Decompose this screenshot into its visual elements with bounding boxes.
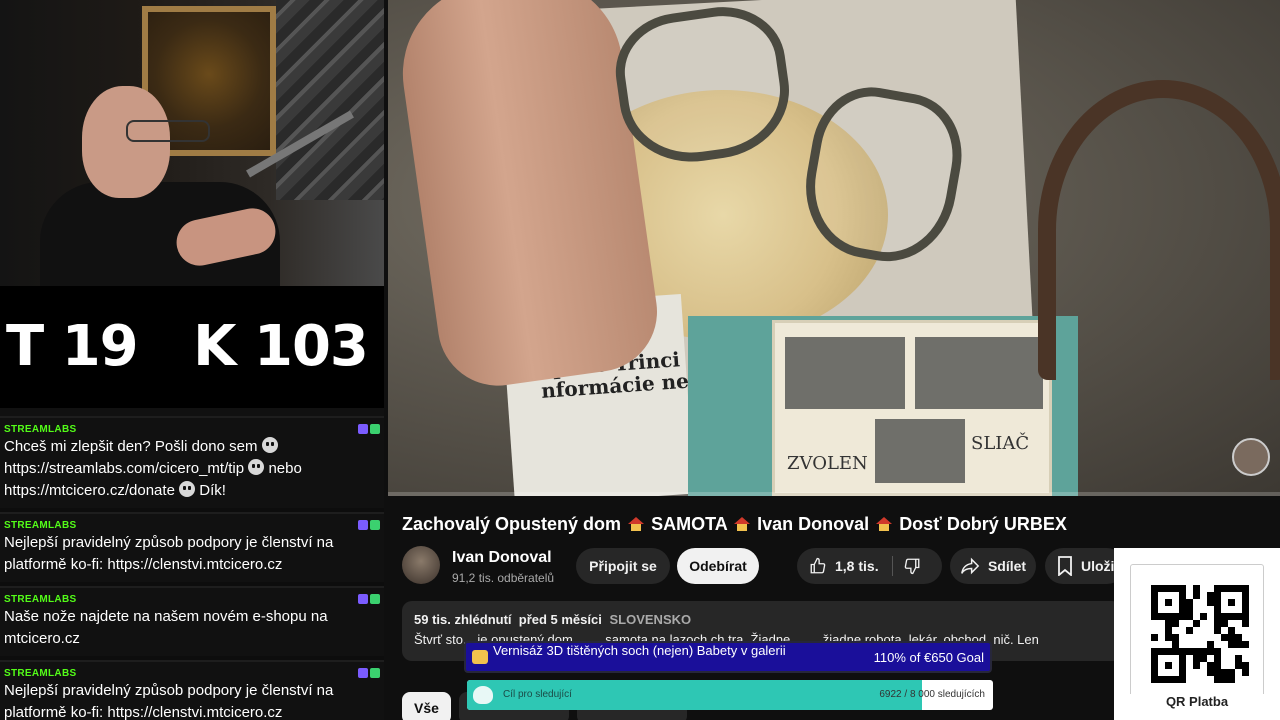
hashtag-link[interactable]: SLOVENSKO	[609, 612, 691, 627]
qr-label: QR Platba	[1114, 694, 1280, 709]
qr-code-icon	[1151, 585, 1249, 683]
video-player[interactable]: apuí v Třinci nformácie nedáte ZVOLEN SL…	[388, 0, 1280, 496]
check-badge-icon	[370, 594, 380, 604]
share-label: Sdílet	[987, 558, 1027, 574]
goal-icon	[472, 650, 488, 664]
channel-watermark[interactable]	[1232, 438, 1270, 476]
follower-goal-widget: Cíl pro sledující 6922 / 8 000 sledující…	[467, 680, 993, 710]
video-scene-glasses	[608, 0, 972, 272]
save-button[interactable]: Uloži	[1045, 548, 1125, 584]
chat-text: Naše nože najdete na našem novém e-shopu…	[4, 608, 328, 647]
chat-author: STREAMLABS	[4, 424, 77, 435]
ghost-emote-icon	[179, 481, 196, 497]
chat-badges	[358, 668, 380, 678]
webcam-feed	[0, 0, 384, 286]
chat-badges	[358, 424, 380, 434]
heart-icon	[473, 686, 493, 704]
streamer	[40, 86, 280, 286]
chat-text: Nejlepší pravidelný způsob podpory je čl…	[4, 682, 334, 720]
chat-panel: STREAMLABS Chceš mi zlepšit den? Pošli d…	[0, 408, 384, 720]
chat-author: STREAMLABS	[4, 520, 77, 531]
follower-goal-count: 6922 / 8 000 sledujících	[879, 689, 985, 700]
goal-amount: 110% of €650 Goal	[873, 650, 984, 665]
mod-badge-icon	[358, 424, 368, 434]
chat-message: STREAMLABS Nejlepší pravidelný způsob po…	[0, 660, 384, 720]
channel-name[interactable]: Ivan Donoval	[452, 549, 552, 567]
postcard-city: ZVOLEN	[787, 453, 868, 474]
check-badge-icon	[370, 668, 380, 678]
video-scene-chair	[1038, 80, 1280, 380]
video-progress-bar[interactable]	[388, 492, 1280, 496]
acoustic-foam	[276, 0, 384, 200]
join-button[interactable]: Připojit se	[576, 548, 670, 584]
check-badge-icon	[370, 520, 380, 530]
score-text: T 19 K 103	[6, 314, 369, 379]
chat-author: STREAMLABS	[4, 668, 77, 679]
check-badge-icon	[370, 424, 380, 434]
dislike-button[interactable]	[903, 557, 921, 578]
chat-text: Chceš mi zlepšit den? Pošli dono sem htt…	[4, 437, 302, 499]
view-count: 59 tis. zhlédnutí	[414, 612, 512, 627]
save-label: Uloži	[1081, 558, 1115, 574]
stream-layout: T 19 K 103 STREAMLABS Chceš mi zlepšit d…	[0, 0, 1280, 720]
ghost-emote-icon	[261, 437, 278, 453]
postcard-city: SLIAČ	[971, 433, 1030, 454]
subscriber-count: 91,2 tis. odběratelů	[452, 571, 555, 585]
like-dislike-group: 1,8 tis.	[797, 548, 942, 584]
chat-message: STREAMLABS Nejlepší pravidelný způsob po…	[0, 512, 384, 582]
share-icon	[961, 557, 980, 575]
chat-badges	[358, 520, 380, 530]
chat-badges	[358, 594, 380, 604]
like-count: 1,8 tis.	[835, 558, 879, 574]
mod-badge-icon	[358, 668, 368, 678]
share-button[interactable]: Sdílet	[950, 548, 1036, 584]
like-button[interactable]: 1,8 tis.	[809, 557, 879, 575]
publish-date: před 5 měsíci	[518, 612, 602, 627]
video-scene-postcard: ZVOLEN SLIAČ	[772, 320, 1052, 496]
chat-message: STREAMLABS Naše nože najdete na našem no…	[0, 586, 384, 656]
qr-frame	[1130, 564, 1264, 704]
channel-avatar[interactable]	[402, 546, 440, 584]
thumbs-down-icon	[904, 558, 920, 575]
thumbs-up-icon	[810, 557, 826, 574]
house-emoji-icon	[628, 517, 645, 531]
donation-goal-widget: Vernisáž 3D tištěných soch (nejen) Babet…	[464, 641, 992, 673]
video-title: Zachovalý Opustený dom SAMOTA Ivan Donov…	[402, 514, 1067, 534]
house-emoji-icon	[734, 517, 751, 531]
score-panel: T 19 K 103	[0, 286, 384, 412]
house-emoji-icon	[876, 517, 893, 531]
mod-badge-icon	[358, 594, 368, 604]
chip-all[interactable]: Vše	[402, 692, 451, 720]
follower-goal-label: Cíl pro sledující	[503, 689, 572, 700]
bookmark-icon	[1058, 556, 1072, 576]
description-meta: 59 tis. zhlédnutí před 5 měsíci SLOVENSK…	[414, 612, 691, 627]
goal-title: Vernisáž 3D tištěných soch (nejen) Babet…	[493, 643, 786, 658]
qr-payment-widget: QR Platba	[1114, 548, 1280, 720]
mod-badge-icon	[358, 520, 368, 530]
chat-message: STREAMLABS Chceš mi zlepšit den? Pošli d…	[0, 416, 384, 508]
chat-author: STREAMLABS	[4, 594, 77, 605]
subscribe-button[interactable]: Odebírat	[677, 548, 759, 584]
ghost-emote-icon	[248, 459, 265, 475]
chat-text: Nejlepší pravidelný způsob podpory je čl…	[4, 534, 334, 573]
